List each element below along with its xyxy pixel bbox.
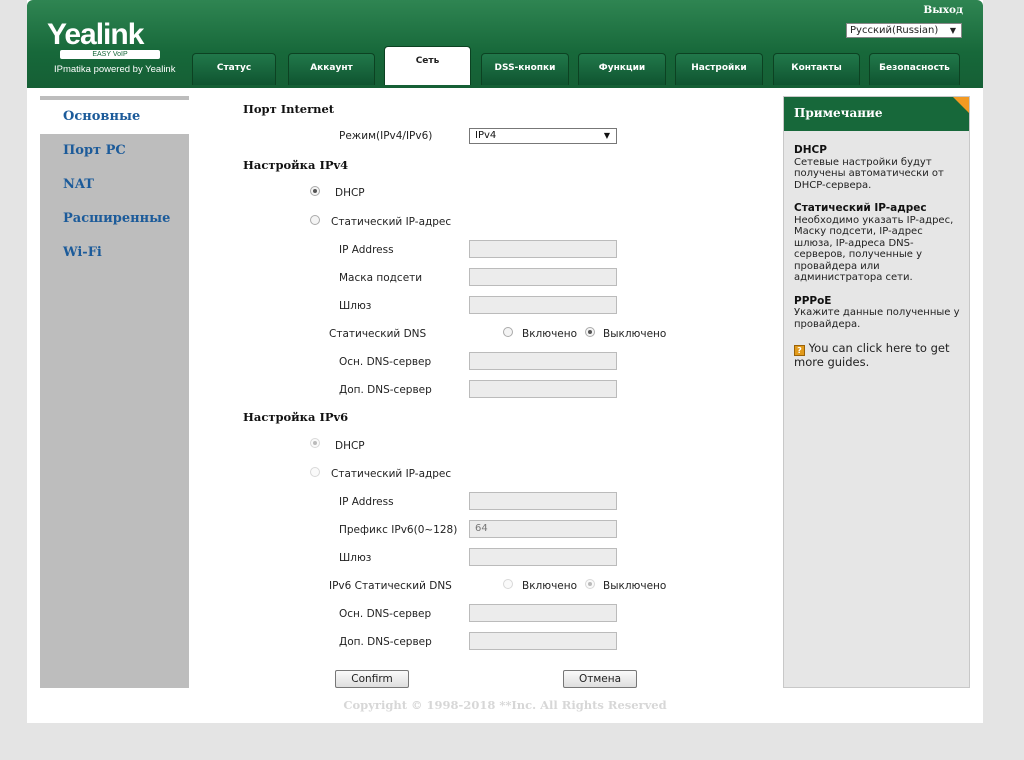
ipv6-heading: Настройка IPv6: [243, 410, 349, 424]
ipv6-gateway-input[interactable]: [469, 548, 617, 566]
confirm-button[interactable]: Confirm: [335, 670, 409, 688]
ipv6-gateway-label: Шлюз: [339, 552, 372, 564]
tab-contacts[interactable]: Контакты: [773, 53, 860, 85]
ipv6-dns-off-label: Выключено: [603, 580, 667, 592]
sidebar-item-nat[interactable]: NAT: [40, 168, 189, 202]
sidebar-item-wifi[interactable]: Wi-Fi: [40, 236, 189, 270]
logout-link[interactable]: Выход: [923, 4, 963, 16]
tab-features[interactable]: Функции: [578, 53, 666, 85]
note-dhcp-text: Сетевые настройки будут получены автомат…: [794, 156, 944, 191]
mode-value: IPv4: [475, 130, 497, 141]
corner-fold-icon: [953, 97, 969, 113]
ipv4-ip-label: IP Address: [339, 244, 394, 256]
cancel-button[interactable]: Отмена: [563, 670, 637, 688]
guides-link[interactable]: ? You can click here to get more guides.: [794, 342, 960, 369]
tab-network[interactable]: Сеть: [384, 46, 471, 85]
ipv6-secondary-dns-label: Доп. DNS-сервер: [339, 636, 432, 648]
ipv6-ip-input[interactable]: [469, 492, 617, 510]
note-static-title: Статический IP-адрес: [794, 202, 927, 214]
ipv4-static-radio[interactable]: [310, 215, 320, 225]
internet-port-heading: Порт Internet: [243, 102, 335, 116]
tab-settings[interactable]: Настройки: [675, 53, 763, 85]
yealink-logo: Yealink: [47, 18, 144, 51]
guides-link-text: You can click here to get more guides.: [794, 341, 950, 369]
ipv6-dns-off-radio[interactable]: [585, 579, 595, 589]
mode-label: Режим(IPv4/IPv6): [339, 130, 433, 142]
tab-status[interactable]: Статус: [192, 53, 276, 85]
ipv4-heading: Настройка IPv4: [243, 158, 349, 172]
sidebar-item-advanced[interactable]: Расширенные: [40, 202, 189, 236]
logo-tagline: EASY VoIP: [60, 50, 160, 59]
ipv4-dhcp-radio[interactable]: [310, 186, 320, 196]
note-title: Примечание: [794, 106, 883, 120]
header-bar: Yealink EASY VoIP IPmatika powered by Ye…: [27, 0, 983, 88]
ipv4-static-label: Статический IP-адрес: [331, 216, 452, 228]
page-frame: Yealink EASY VoIP IPmatika powered by Ye…: [27, 0, 983, 723]
ipv4-dns-on-label: Включено: [522, 328, 578, 340]
ipv6-primary-dns-input[interactable]: [469, 604, 617, 622]
copyright-text: Copyright © 1998-2018 **Inc. All Rights …: [343, 698, 667, 712]
note-body: DHCP Сетевые настройки будут получены ав…: [784, 131, 969, 369]
ipv6-dhcp-label: DHCP: [335, 440, 365, 452]
tab-security[interactable]: Безопасность: [869, 53, 960, 85]
ipv4-primary-dns-input[interactable]: [469, 352, 617, 370]
note-pppoe-text: Укажите данные полученные у провайдера.: [794, 307, 960, 330]
ipv6-primary-dns-label: Осн. DNS-сервер: [339, 608, 432, 620]
ipv6-dhcp-radio[interactable]: [310, 438, 320, 448]
ipv4-ip-input[interactable]: [469, 240, 617, 258]
dropdown-arrow-icon: ▼: [603, 131, 610, 140]
ipv6-static-label: Статический IP-адрес: [331, 468, 452, 480]
note-pppoe-title: PPPoE: [794, 294, 832, 307]
ipv4-secondary-dns-label: Доп. DNS-сервер: [339, 384, 432, 396]
language-value: Русский(Russian): [850, 25, 939, 36]
ipv6-dns-on-radio[interactable]: [503, 579, 513, 589]
note-header: Примечание: [784, 97, 969, 131]
note-panel: Примечание DHCP Сетевые настройки будут …: [783, 96, 970, 688]
note-dhcp-title: DHCP: [794, 144, 827, 156]
language-select[interactable]: Русский(Russian) ▼: [846, 23, 962, 38]
ipv4-dns-on-radio[interactable]: [503, 327, 513, 337]
ipv6-static-radio[interactable]: [310, 467, 320, 477]
tab-dss-keys[interactable]: DSS-кнопки: [481, 53, 569, 85]
tab-account[interactable]: Аккаунт: [288, 53, 375, 85]
ipv6-secondary-dns-input[interactable]: [469, 632, 617, 650]
network-form: Порт Internet Режим(IPv4/IPv6) IPv4 ▼ На…: [197, 96, 775, 688]
note-static-text: Необходимо указать IP-адрес, Маску подсе…: [794, 214, 954, 284]
ipv4-dns-off-label: Выключено: [603, 328, 667, 340]
ipv6-prefix-input[interactable]: 64: [469, 520, 617, 538]
powered-by-text: IPmatika powered by Yealink: [54, 64, 176, 75]
mode-select[interactable]: IPv4 ▼: [469, 128, 617, 144]
ipv6-ip-label: IP Address: [339, 496, 394, 508]
ipv4-dns-off-radio[interactable]: [585, 327, 595, 337]
ipv6-static-dns-label: IPv6 Статический DNS: [329, 580, 452, 592]
ipv6-prefix-label: Префикс IPv6(0~128): [339, 524, 458, 536]
ipv4-gateway-input[interactable]: [469, 296, 617, 314]
ipv4-secondary-dns-input[interactable]: [469, 380, 617, 398]
ipv4-mask-input[interactable]: [469, 268, 617, 286]
ipv4-dhcp-label: DHCP: [335, 187, 365, 199]
sidebar-item-basic[interactable]: Основные: [40, 100, 189, 134]
ipv4-mask-label: Маска подсети: [339, 272, 423, 284]
ipv4-static-dns-label: Статический DNS: [329, 328, 427, 340]
dropdown-arrow-icon: ▼: [949, 26, 956, 35]
ipv4-primary-dns-label: Осн. DNS-сервер: [339, 356, 432, 368]
ipv6-dns-on-label: Включено: [522, 580, 578, 592]
sidebar-item-pc-port[interactable]: Порт PC: [40, 134, 189, 168]
sidebar: Основные Порт PC NAT Расширенные Wi-Fi: [40, 96, 189, 688]
ipv4-gateway-label: Шлюз: [339, 300, 372, 312]
